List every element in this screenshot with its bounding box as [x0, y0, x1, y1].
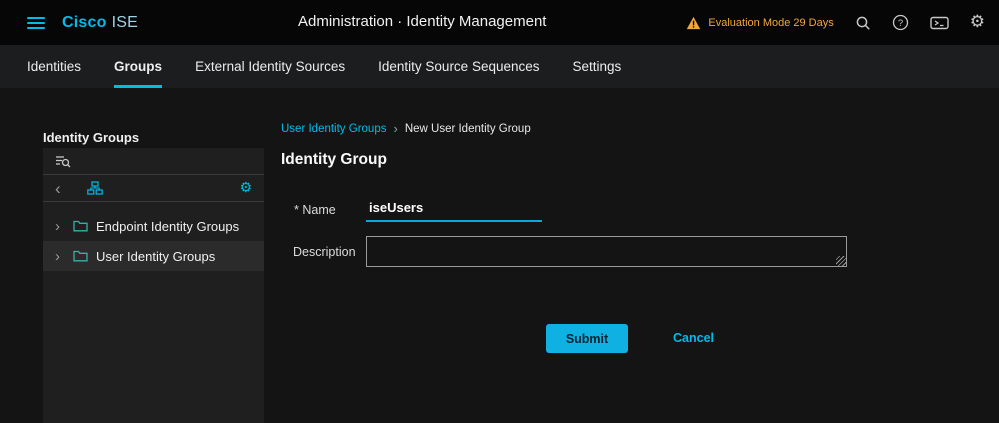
description-field-wrap: [366, 236, 847, 267]
breadcrumb-current: New User Identity Group: [404, 122, 531, 135]
tab-identities[interactable]: Identities: [27, 45, 81, 88]
topbar-actions: Evaluation Mode 29 Days ? ⚙: [686, 0, 985, 45]
cancel-button[interactable]: Cancel: [673, 331, 714, 345]
top-bar: Cisco ISE Administration · Identity Manag…: [0, 0, 999, 45]
filter-search-icon[interactable]: [55, 154, 71, 168]
search-icon[interactable]: [855, 15, 871, 31]
folder-icon: [73, 220, 88, 232]
brand-cisco: Cisco: [62, 13, 107, 31]
collapse-chevron-icon[interactable]: ‹: [55, 180, 61, 197]
evaluation-mode-label: Evaluation Mode 29 Days: [708, 16, 834, 29]
panel-toolbar-row: ‹ ⚙: [43, 175, 264, 202]
sidebar-title: Identity Groups: [43, 130, 140, 145]
form-heading: Identity Group: [281, 151, 387, 168]
identity-groups-tree: › Endpoint Identity Groups › User Identi…: [43, 211, 264, 271]
folder-icon: [73, 250, 88, 262]
main-nav-tabs: Identities Groups External Identity Sour…: [0, 45, 999, 88]
svg-text:?: ?: [898, 18, 903, 29]
hamburger-menu-icon[interactable]: [27, 14, 45, 32]
identity-groups-panel: ‹ ⚙ › Endpoint Identity Groups › User Id…: [43, 148, 264, 423]
panel-filter-row: [43, 148, 264, 175]
brand-ise: ISE: [111, 13, 138, 31]
submit-button[interactable]: Submit: [546, 324, 628, 353]
tree-settings-gear-icon[interactable]: ⚙: [239, 181, 252, 195]
tree-item-user-identity-groups[interactable]: › User Identity Groups: [43, 241, 264, 271]
page-title: Administration · Identity Management: [298, 13, 547, 30]
chevron-right-icon[interactable]: ›: [55, 249, 65, 264]
tree-item-endpoint-identity-groups[interactable]: › Endpoint Identity Groups: [43, 211, 264, 241]
app-logo[interactable]: Cisco ISE: [62, 14, 138, 32]
description-textarea[interactable]: [366, 236, 847, 267]
resize-grip-handle[interactable]: [836, 256, 846, 266]
warning-icon: [686, 16, 701, 30]
chevron-right-icon[interactable]: ›: [55, 219, 65, 234]
name-input[interactable]: [366, 195, 542, 222]
tab-external-identity-sources[interactable]: External Identity Sources: [195, 45, 345, 88]
tab-identity-source-sequences[interactable]: Identity Source Sequences: [378, 45, 539, 88]
description-field-label: Description: [293, 245, 356, 259]
tree-view-icon[interactable]: [86, 181, 103, 195]
console-icon[interactable]: [930, 15, 949, 31]
tab-settings[interactable]: Settings: [573, 45, 622, 88]
gear-icon[interactable]: ⚙: [970, 14, 985, 31]
name-field-label: * Name: [294, 203, 336, 217]
breadcrumb: User Identity Groups › New User Identity…: [281, 121, 531, 136]
breadcrumb-separator-icon: ›: [393, 121, 398, 136]
tree-item-label: User Identity Groups: [96, 248, 216, 264]
tab-groups[interactable]: Groups: [114, 45, 163, 88]
evaluation-mode-badge[interactable]: Evaluation Mode 29 Days: [686, 16, 834, 30]
tree-item-label: Endpoint Identity Groups: [96, 218, 240, 234]
breadcrumb-parent-link[interactable]: User Identity Groups: [281, 123, 386, 135]
help-icon[interactable]: ?: [892, 14, 909, 31]
